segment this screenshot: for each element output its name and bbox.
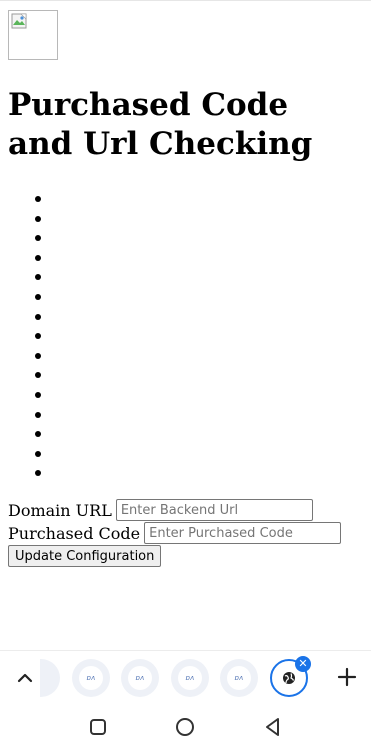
list-item [0,227,60,247]
browser-tab-strip: ɒʌ ɒʌ ɒʌ ɒʌ ✕ [0,650,371,705]
domain-url-label: Domain URL [8,500,112,520]
site-favicon-icon: ɒʌ [178,666,202,690]
list-item [0,266,60,286]
tab-thumbnail[interactable]: ɒʌ [220,659,258,697]
site-favicon-icon: ɒʌ [79,666,103,690]
purchased-code-label: Purchased Code [8,523,141,543]
purchased-code-row: Purchased Code [8,522,342,544]
home-circle-icon[interactable] [174,716,196,738]
domain-url-input[interactable] [115,499,313,521]
tab-thumbnail[interactable]: ɒʌ [72,659,110,697]
site-favicon-icon: ɒʌ [128,666,152,690]
list-item [0,306,60,326]
system-navigation-bar [0,704,371,750]
list-item [0,404,60,424]
tab-thumbnail[interactable] [40,659,60,697]
list-item [0,188,60,208]
recent-apps-square-icon[interactable] [87,716,109,738]
page-title: Purchased Code and Url Checking [8,87,313,162]
list-item [0,345,60,365]
chevron-up-icon[interactable] [14,667,36,689]
update-configuration-button[interactable]: Update Configuration [8,545,162,567]
tab-thumbnail[interactable]: ɒʌ [171,659,209,697]
list-item [0,325,60,345]
list-item [0,364,60,384]
list-item [0,286,60,306]
list-item [0,423,60,443]
tab-thumbnail[interactable]: ɒʌ [121,659,159,697]
empty-bullet-list [0,188,60,482]
globe-icon [283,672,295,684]
list-item [0,247,60,267]
list-item [0,208,60,228]
domain-url-row: Domain URL [8,499,313,521]
broken-image-icon [11,13,27,29]
list-item [0,443,60,463]
purchased-code-input[interactable] [144,522,342,544]
top-divider [0,0,371,1]
list-item [0,462,60,482]
plus-icon[interactable] [335,665,359,689]
list-item [0,384,60,404]
broken-image [8,10,58,60]
site-favicon-icon: ɒʌ [227,666,251,690]
active-tab[interactable]: ✕ [270,656,311,697]
back-triangle-icon[interactable] [262,716,284,738]
close-tab-icon[interactable]: ✕ [295,656,311,672]
